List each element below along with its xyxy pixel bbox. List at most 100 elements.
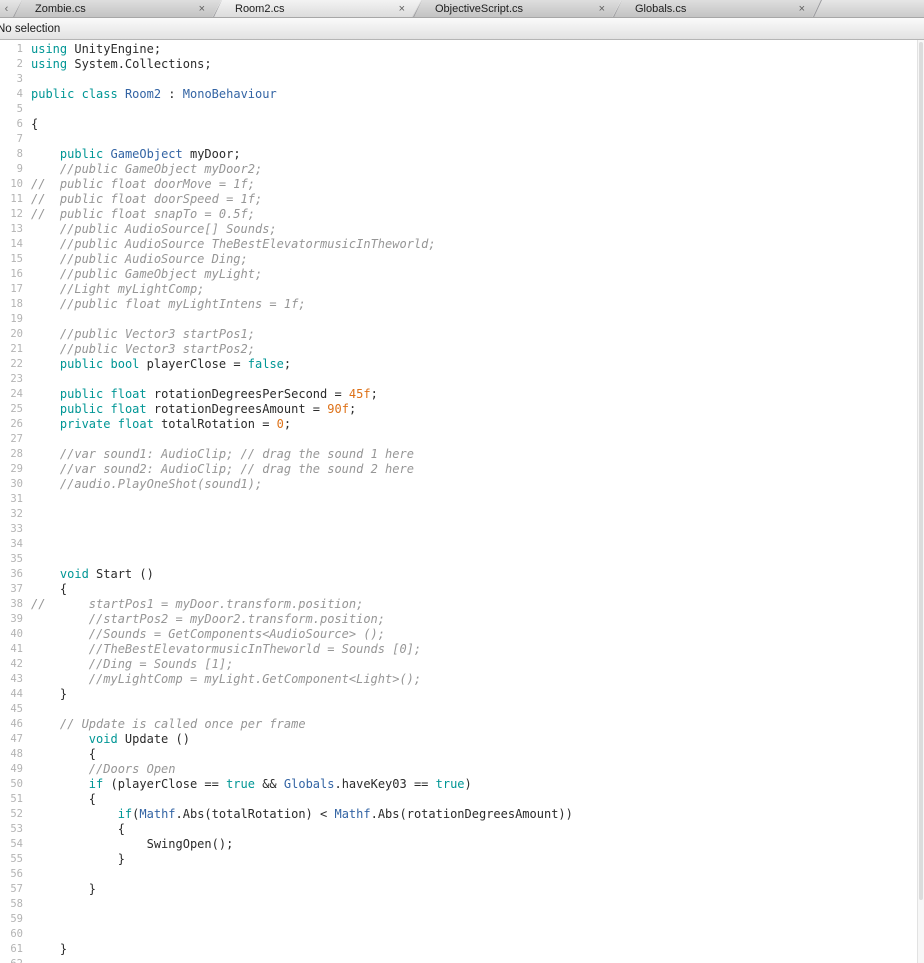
code-line: 50 if (playerClose == true && Globals.ha… (0, 777, 924, 792)
code-area[interactable]: 1 using UnityEngine; 2 using System.Collect… (0, 40, 924, 963)
code-line-text: //var sound2: AudioClip; // drag the sou… (59, 462, 414, 476)
code-editor-window: ‹ Zombie.cs × Room2.cs × ObjectiveScript.cs ×… (0, 0, 924, 963)
code-line: 48 { (0, 747, 924, 762)
code-line: 6{ (0, 117, 924, 132)
code-line-text: //public AudioSource Ding; (59, 252, 248, 266)
code-line-text: //myLightComp = myLight.GetComponent<Lig… (88, 672, 422, 686)
code-line: 12 // public float snapTo = 0.5f; (0, 207, 924, 222)
code-line: 56 (0, 867, 924, 882)
code-line: 25 public float rotationDegreesAmount = … (0, 402, 924, 417)
scrollbar-thumb[interactable] (919, 42, 923, 901)
code-line: 18 //public float myLightIntens = 1f; (0, 297, 924, 312)
line-number: 52 (10, 808, 23, 820)
line-number: 6 (16, 118, 23, 130)
code-line: 29 //var sound2: AudioClip; // drag the … (0, 462, 924, 477)
code-line-text: { (31, 117, 39, 131)
line-number: 46 (10, 718, 23, 730)
code-line: 14 //public AudioSource TheBestElevatorm… (0, 237, 924, 252)
tab-close-icon[interactable]: × (591, 0, 605, 18)
code-line: 44 } (0, 687, 924, 702)
tab-close-icon[interactable]: × (791, 0, 805, 18)
line-number: 22 (10, 358, 23, 370)
line-number: 37 (10, 583, 23, 595)
code-line-text: { (31, 822, 125, 836)
code-line: 8 public GameObject myDoor; (0, 147, 924, 162)
line-number: 32 (10, 508, 23, 520)
code-line: 33 (0, 522, 924, 537)
tab-room2-cs[interactable]: Room2.cs × (213, 0, 421, 17)
code-line: 41 //TheBestElevatormusicInTheworld = So… (0, 642, 924, 657)
tab-label: Globals.cs (635, 2, 687, 15)
line-number: 20 (10, 328, 23, 340)
tab-globals-cs[interactable]: Globals.cs × (613, 0, 821, 17)
code-line-text: //Ding = Sounds [1]; (88, 657, 234, 671)
code-line-text: } (31, 852, 125, 866)
code-line-text: //Light myLightComp; (59, 282, 205, 296)
code-line: 51 { (0, 792, 924, 807)
code-line: 43 //myLightComp = myLight.GetComponent<… (0, 672, 924, 687)
code-line: 17 //Light myLightComp; (0, 282, 924, 297)
line-number: 30 (10, 478, 23, 490)
code-line: 34 (0, 537, 924, 552)
line-number: 44 (10, 688, 23, 700)
code-line-text: { (31, 582, 68, 596)
breadcrumb-text: No selection (0, 22, 61, 35)
code-line: 40 //Sounds = GetComponents<AudioSource>… (0, 627, 924, 642)
code-line: 2 using System.Collections; (0, 57, 924, 72)
code-line: 24 public float rotationDegreesPerSecond… (0, 387, 924, 402)
line-number: 33 (10, 523, 23, 535)
line-number: 12 (10, 208, 23, 220)
code-line: 1 using UnityEngine; (0, 42, 924, 57)
line-number: 31 (10, 493, 23, 505)
code-line: 61 } (0, 942, 924, 957)
code-line-text: public float rotationDegreesPerSecond = … (59, 387, 378, 401)
line-number: 43 (10, 673, 23, 685)
code-line: 21 //public Vector3 startPos2; (0, 342, 924, 357)
code-line: 57 } (0, 882, 924, 897)
line-number: 15 (10, 253, 23, 265)
code-line: 13 //public AudioSource[] Sounds; (0, 222, 924, 237)
code-line-text: { (31, 792, 97, 806)
code-line-text: // public float doorMove = 1f; (31, 177, 255, 191)
line-number: 26 (10, 418, 23, 430)
line-number: 57 (10, 883, 23, 895)
code-line: 35 (0, 552, 924, 567)
line-number: 19 (10, 313, 23, 325)
code-line: 36 void Start () (0, 567, 924, 582)
tab-label: Zombie.cs (35, 2, 86, 15)
code-line: 10 // public float doorMove = 1f; (0, 177, 924, 192)
code-line-text: public GameObject myDoor; (59, 147, 241, 161)
code-line-text: if (playerClose == true && Globals.haveK… (88, 777, 472, 791)
code-line-text: //var sound1: AudioClip; // drag the sou… (59, 447, 414, 461)
line-number: 34 (10, 538, 23, 550)
tab-objectivescript-cs[interactable]: ObjectiveScript.cs × (413, 0, 621, 17)
tab-scroll-left-icon[interactable]: ‹ (0, 0, 13, 17)
breadcrumb-bar: No selection (0, 18, 924, 40)
line-number: 5 (16, 103, 23, 115)
code-line-text: //TheBestElevatormusicInTheworld = Sound… (88, 642, 422, 656)
code-line-text: //public AudioSource TheBestElevatormusi… (59, 237, 436, 251)
code-line-text: //public Vector3 startPos1; (59, 327, 255, 341)
line-number: 9 (16, 163, 23, 175)
tab-zombie-cs[interactable]: Zombie.cs × (13, 0, 221, 17)
line-number: 62 (0, 957, 31, 963)
vertical-scrollbar[interactable] (917, 40, 924, 963)
code-line: 27 (0, 432, 924, 447)
line-number: 50 (10, 778, 23, 790)
code-line: 4 public class Room2 : MonoBehaviour (0, 87, 924, 102)
tab-close-icon[interactable]: × (191, 0, 205, 18)
code-line-text: //public float myLightIntens = 1f; (59, 297, 306, 311)
line-number: 48 (10, 748, 23, 760)
tab-bar: ‹ Zombie.cs × Room2.cs × ObjectiveScript.cs ×… (0, 0, 924, 18)
code-line-text: //Doors Open (88, 762, 176, 776)
tab-close-icon[interactable]: × (391, 0, 405, 18)
code-line: 31 (0, 492, 924, 507)
line-number: 13 (10, 223, 23, 235)
line-number: 56 (10, 868, 23, 880)
line-number: 38 (10, 598, 23, 610)
code-line: 23 (0, 372, 924, 387)
code-line: 9 //public GameObject myDoor2; (0, 162, 924, 177)
code-line: 38 // startPos1 = myDoor.transform.positi… (0, 597, 924, 612)
tab-label: Room2.cs (235, 2, 285, 15)
line-number: 8 (16, 148, 23, 160)
